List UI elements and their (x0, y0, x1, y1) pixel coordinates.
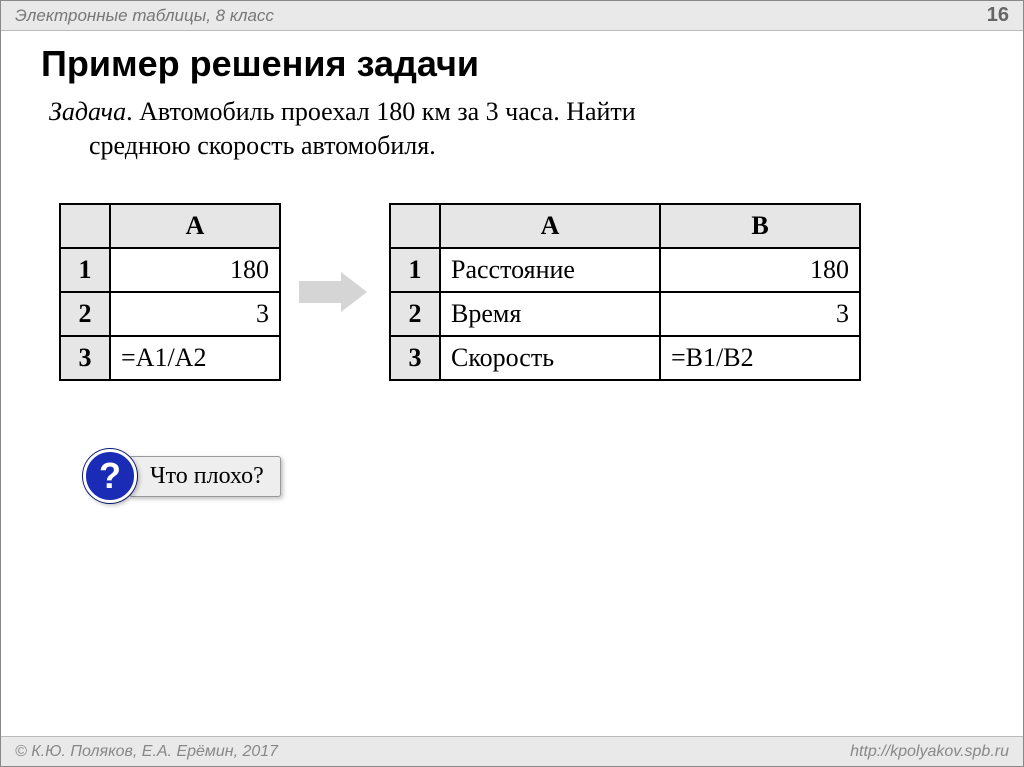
question-mark-icon: ? (83, 449, 137, 503)
row-header: 2 (390, 292, 440, 336)
table-row: 3 Скорость =B1/B2 (390, 336, 860, 380)
slide-title: Пример решения задачи (41, 43, 983, 85)
col-header-b: B (660, 204, 860, 248)
problem-lead: Задача (49, 97, 126, 126)
tables-row: A 1 180 2 3 3 =A1/A2 A B (59, 203, 861, 381)
table-row: 2 3 (60, 292, 280, 336)
page-number: 16 (987, 4, 1009, 27)
cell: Расстояние (440, 248, 660, 292)
table-left: A 1 180 2 3 3 =A1/A2 (59, 203, 281, 381)
arrow-right-icon (299, 272, 371, 312)
cell: 3 (660, 292, 860, 336)
footer-bar: © К.Ю. Поляков, Е.А. Ерёмин, 2017 http:/… (1, 736, 1023, 766)
cell: Время (440, 292, 660, 336)
problem-line2: среднюю скорость автомобиля. (49, 129, 436, 163)
slide: Электронные таблицы, 8 класс 16 Пример р… (0, 0, 1024, 767)
cell: =A1/A2 (110, 336, 280, 380)
cell: Скорость (440, 336, 660, 380)
corner-cell (390, 204, 440, 248)
col-header-a: A (440, 204, 660, 248)
callout-text: Что плохо? (129, 456, 281, 497)
row-header: 3 (60, 336, 110, 380)
corner-cell (60, 204, 110, 248)
row-header: 3 (390, 336, 440, 380)
table-row: A B (390, 204, 860, 248)
header-bar: Электронные таблицы, 8 класс 16 (1, 1, 1023, 31)
table-row: 1 180 (60, 248, 280, 292)
footer-url: http://kpolyakov.spb.ru (850, 743, 1009, 761)
table-row: 2 Время 3 (390, 292, 860, 336)
row-header: 1 (60, 248, 110, 292)
question-callout: ? Что плохо? (83, 449, 281, 503)
table-right: A B 1 Расстояние 180 2 Время 3 3 Скорост… (389, 203, 861, 381)
cell: 3 (110, 292, 280, 336)
row-header: 1 (390, 248, 440, 292)
problem-line1: . Автомобиль проехал 180 км за 3 часа. Н… (126, 97, 636, 126)
table-row: A (60, 204, 280, 248)
cell: =B1/B2 (660, 336, 860, 380)
header-subject: Электронные таблицы, 8 класс (15, 6, 274, 26)
row-header: 2 (60, 292, 110, 336)
cell: 180 (110, 248, 280, 292)
table-row: 1 Расстояние 180 (390, 248, 860, 292)
col-header-a: A (110, 204, 280, 248)
problem-text: Задача. Автомобиль проехал 180 км за 3 ч… (49, 95, 975, 163)
table-row: 3 =A1/A2 (60, 336, 280, 380)
cell: 180 (660, 248, 860, 292)
footer-copyright: © К.Ю. Поляков, Е.А. Ерёмин, 2017 (15, 743, 278, 761)
